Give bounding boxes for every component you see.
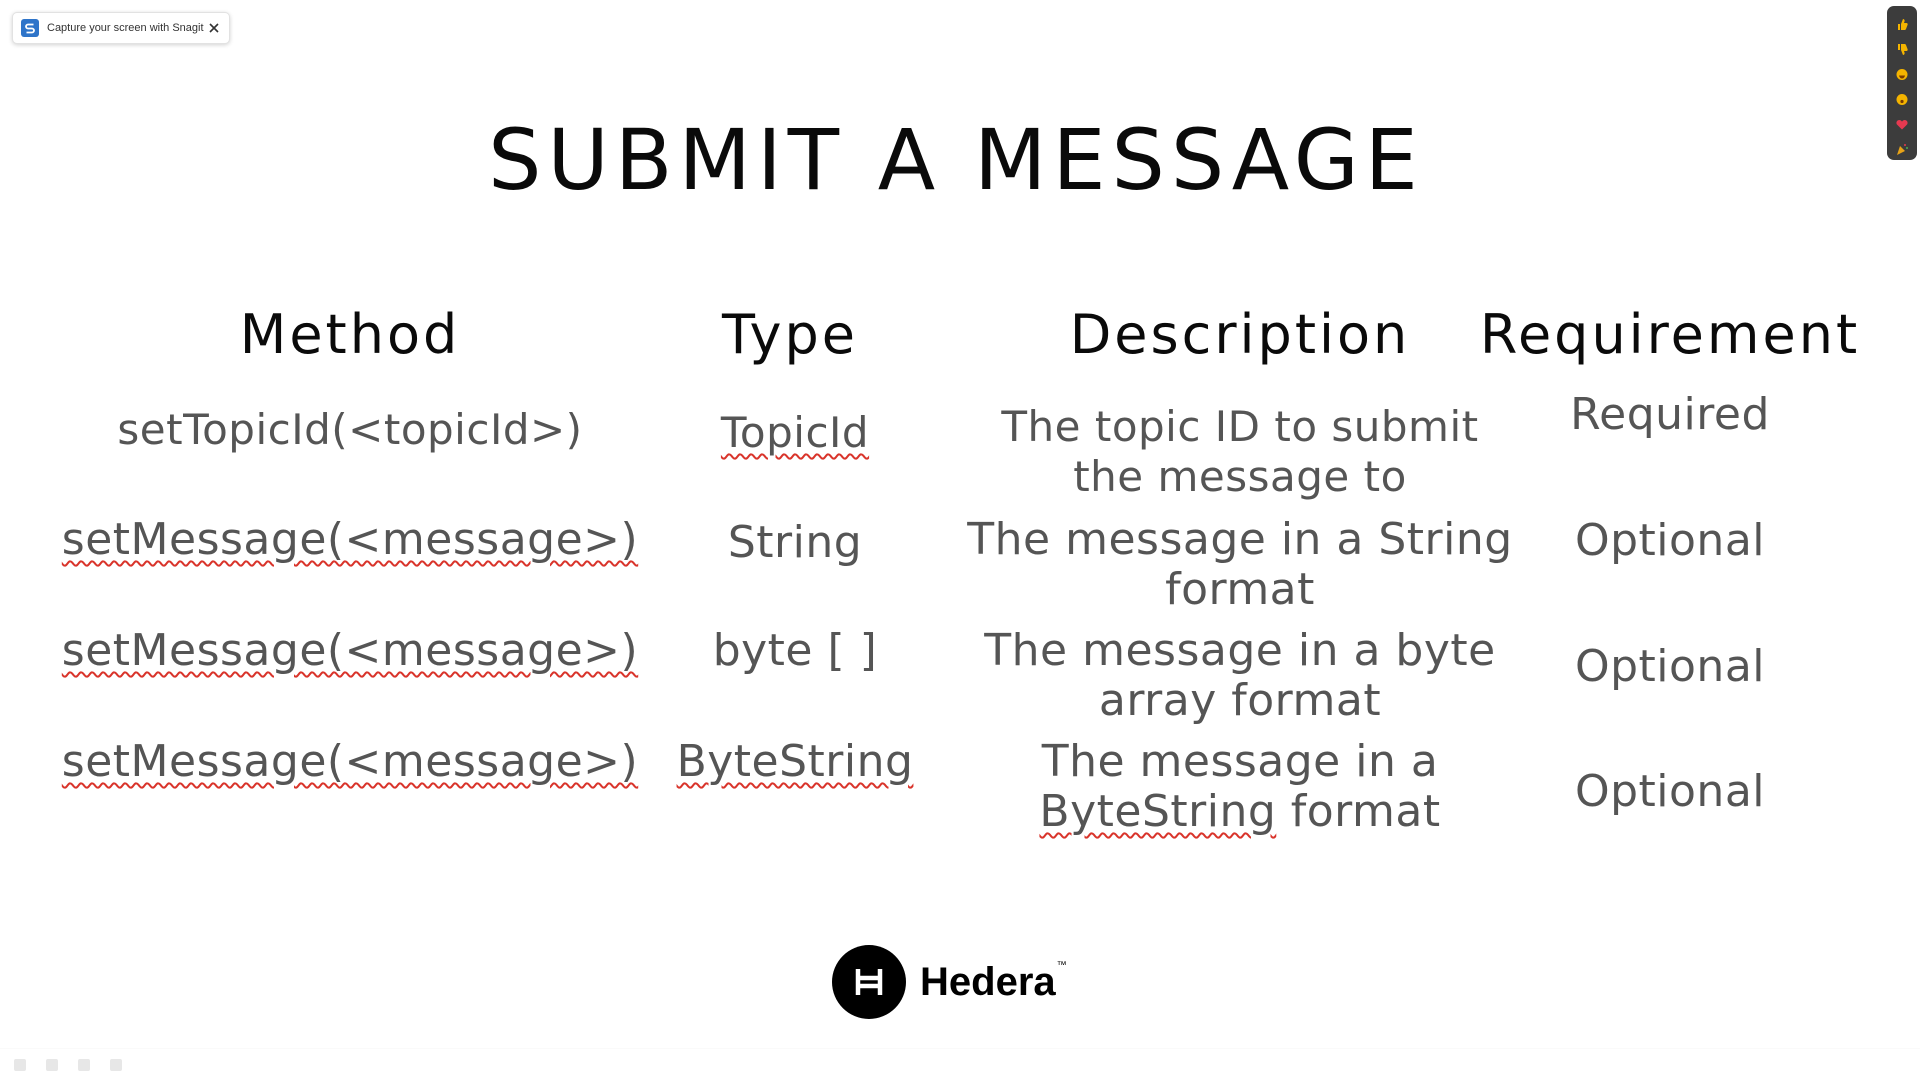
row1-type: TopicId — [640, 408, 950, 458]
row4-type-text: ByteString — [676, 736, 914, 787]
row4-requirement: Optional — [1574, 766, 1766, 817]
row4-description-line2: ByteString format — [1039, 786, 1441, 837]
header-requirement: Requirement — [1479, 303, 1861, 366]
hedera-logo: Hedera™ — [832, 945, 1067, 1019]
replay-icon[interactable] — [46, 1058, 58, 1071]
row3-description: The message in a byte array format — [940, 626, 1540, 726]
row3-method-text: setMessage(<message>) — [61, 625, 639, 676]
surprised-icon[interactable] — [1896, 91, 1908, 105]
bottom-toolbar — [0, 1048, 1920, 1080]
row2-type: String — [727, 517, 863, 568]
row4-method-text: setMessage(<message>) — [61, 736, 639, 787]
row1-description-line1: The topic ID to submit — [1001, 402, 1479, 451]
laugh-icon[interactable] — [1896, 66, 1908, 80]
thumbs-down-icon[interactable] — [1896, 41, 1908, 55]
row2-method-text: setMessage(<message>) — [61, 514, 639, 565]
row3-requirement: Optional — [1574, 641, 1766, 692]
row2-method: setMessage(<message>) — [40, 515, 660, 565]
row1-description-line2: the message to — [1073, 452, 1407, 501]
row3-description-line2: array format — [1098, 675, 1382, 726]
row1-requirement: Required — [1570, 389, 1770, 440]
hedera-h-icon — [832, 945, 906, 1019]
row2-description-line2: format — [1165, 564, 1315, 615]
row2-description: The message in a String format — [940, 515, 1540, 615]
row4-method: setMessage(<message>) — [40, 737, 660, 787]
row4-description: The message in a ByteString format — [940, 737, 1540, 837]
row3-method: setMessage(<message>) — [40, 626, 660, 676]
header-method: Method — [239, 303, 461, 366]
close-icon[interactable] — [207, 21, 221, 35]
row4-description-bytestring: ByteString — [1039, 786, 1277, 837]
row1-type-text: TopicId — [720, 408, 870, 457]
row4-type: ByteString — [640, 737, 950, 787]
forward-icon[interactable] — [78, 1058, 90, 1071]
snagit-notification[interactable]: Capture your screen with Snagit — [12, 12, 230, 44]
row1-method: setTopicId(<topicId>) — [117, 405, 583, 454]
volume-icon[interactable] — [110, 1058, 122, 1071]
header-description: Description — [1069, 303, 1411, 366]
row4-description-line1: The message in a — [1041, 736, 1439, 787]
pause-icon[interactable] — [14, 1058, 26, 1071]
snagit-s-icon — [21, 19, 39, 37]
row1-description: The topic ID to submit the message to — [940, 402, 1540, 502]
row2-description-line1: The message in a String — [967, 514, 1513, 565]
snagit-message: Capture your screen with Snagit — [47, 22, 204, 34]
header-type: Type — [721, 303, 859, 366]
slide-title: SUBMIT A MESSAGE — [488, 111, 1424, 209]
hedera-wordmark: Hedera™ — [920, 959, 1067, 1004]
row3-description-line1: The message in a byte — [984, 625, 1496, 676]
thumbs-up-icon[interactable] — [1896, 16, 1908, 30]
row3-type: byte [ ] — [712, 625, 878, 676]
row2-requirement: Optional — [1574, 515, 1766, 566]
